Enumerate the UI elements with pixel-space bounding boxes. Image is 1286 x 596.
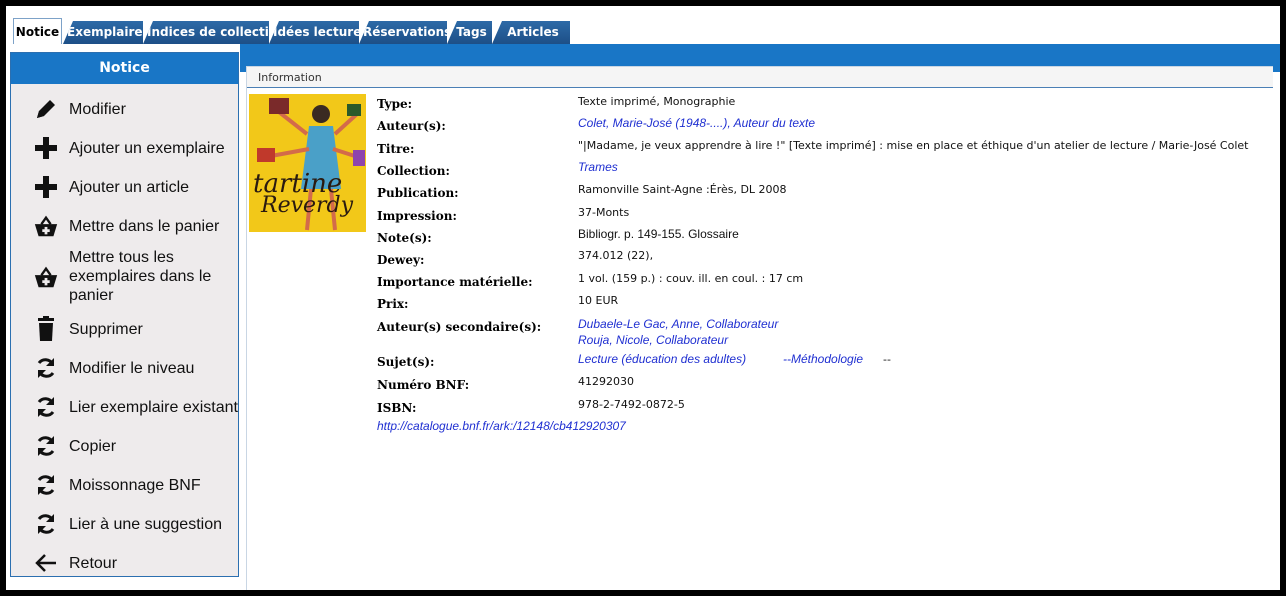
field-label: Publication: — [377, 186, 459, 200]
sidebar-item-retour[interactable]: Retour — [11, 550, 238, 576]
field-label: Impression: — [377, 209, 457, 223]
field-value: "|Madame, je veux apprendre à lire !" [T… — [578, 139, 1249, 152]
field-label: Auteur(s) secondaire(s): — [377, 320, 542, 334]
field-label: Type: — [377, 97, 413, 111]
field-label: ISBN: — [377, 401, 417, 415]
field-value: 10 EUR — [578, 294, 619, 307]
notice-panel: Information tartine Reverdy Type: Texte … — [246, 66, 1280, 590]
refresh-icon — [33, 511, 59, 537]
sidebar-item-moissonnage-bnf[interactable]: Moissonnage BNF — [11, 472, 238, 498]
tab-notice[interactable]: Notice — [13, 18, 62, 44]
field-label: Prix: — [377, 297, 409, 311]
sidebar-item-lier-suggestion[interactable]: Lier à une suggestion — [11, 511, 238, 537]
field-label: Importance matérielle: — [377, 275, 533, 289]
field-label: Note(s): — [377, 231, 432, 245]
field-value: 374.012 (22), — [578, 249, 654, 262]
field-label: Auteur(s): — [377, 119, 446, 133]
sidebar-item-modifier-niveau[interactable]: Modifier le niveau — [11, 355, 238, 381]
sidebar-item-label: Modifier — [69, 100, 126, 118]
refresh-icon — [33, 394, 59, 420]
sidebar-item-label: Mettre tous les exemplaires dans le pani… — [69, 249, 212, 304]
sidebar: Notice Modifier Ajouter un exemplaire Aj… — [10, 52, 239, 577]
app-frame: Notice Exemplaires Indices de collection… — [6, 6, 1280, 590]
field-label: Sujet(s): — [377, 355, 435, 369]
bnf-catalogue-link[interactable]: http://catalogue.bnf.fr/ark:/12148/cb412… — [377, 419, 626, 433]
field-label: Collection: — [377, 164, 450, 178]
section-header: Information — [247, 66, 1273, 88]
cover-title-line2: Reverdy — [260, 193, 354, 218]
arrow-left-icon — [33, 550, 59, 576]
refresh-icon — [33, 355, 59, 381]
secondary-author-link[interactable]: Dubaele-Le Gac, Anne, Collaborateur — [578, 317, 778, 331]
sidebar-item-mettre-panier[interactable]: Mettre dans le panier — [11, 213, 238, 239]
subject-separator: -- — [883, 353, 891, 366]
refresh-icon — [33, 472, 59, 498]
sidebar-item-label: Supprimer — [69, 320, 143, 338]
collection-link[interactable]: Trames — [578, 160, 618, 174]
tab-reservations[interactable]: Réservations — [359, 21, 447, 44]
tab-indices-de-collection[interactable]: Indices de collection — [143, 21, 269, 44]
sidebar-item-label: Retour — [69, 554, 118, 572]
basket-icon — [33, 213, 59, 239]
tab-bar: Notice Exemplaires Indices de collection… — [6, 18, 1280, 44]
tab-tags[interactable]: Tags — [447, 21, 492, 44]
sidebar-item-label: Lier à une suggestion — [69, 515, 222, 533]
plus-icon — [33, 135, 59, 161]
sidebar-item-label: Lier exemplaire existant — [69, 398, 238, 416]
tab-articles[interactable]: Articles — [492, 21, 570, 44]
sidebar-item-copier[interactable]: Copier — [11, 433, 238, 459]
cover-caption — [249, 234, 366, 240]
field-value: 1 vol. (159 p.) : couv. ill. en coul. : … — [578, 272, 804, 285]
tab-exemplaires[interactable]: Exemplaires — [63, 21, 143, 44]
secondary-author-link[interactable]: Rouja, Nicole, Collaborateur — [578, 333, 728, 347]
subject-link[interactable]: --Méthodologie — [783, 352, 863, 366]
author-link[interactable]: Colet, Marie-José (1948-....), Auteur du… — [578, 116, 815, 130]
refresh-icon — [33, 433, 59, 459]
sidebar-item-label: Mettre dans le panier — [69, 217, 220, 235]
sidebar-item-modifier[interactable]: Modifier — [11, 96, 238, 122]
book-cover: tartine Reverdy — [249, 94, 366, 232]
trash-icon — [33, 316, 59, 342]
basket-icon — [33, 264, 59, 290]
sidebar-item-label: Modifier le niveau — [69, 359, 195, 377]
sidebar-item-supprimer[interactable]: Supprimer — [11, 316, 238, 342]
field-value: Texte imprimé, Monographie — [578, 95, 736, 108]
pencil-icon — [33, 96, 59, 122]
field-value: 978-2-7492-0872-5 — [578, 398, 685, 411]
field-label: Dewey: — [377, 253, 425, 267]
sidebar-item-label: Moissonnage BNF — [69, 476, 201, 494]
tab-idees-lectures[interactable]: Idées lectures — [269, 21, 359, 44]
field-value: 41292030 — [578, 375, 634, 388]
field-value: Bibliogr. p. 149-155. Glossaire — [578, 227, 739, 241]
plus-icon — [33, 174, 59, 200]
field-value: Ramonville Saint-Agne :Érès, DL 2008 — [578, 183, 787, 196]
subject-link[interactable]: Lecture (éducation des adultes) — [578, 352, 746, 366]
sidebar-item-label: Ajouter un article — [69, 178, 190, 196]
sidebar-item-label: Copier — [69, 437, 117, 455]
sidebar-item-lier-exemplaire[interactable]: Lier exemplaire existant — [11, 394, 238, 420]
sidebar-item-label: Ajouter un exemplaire — [69, 139, 225, 157]
sidebar-item-ajouter-article[interactable]: Ajouter un article — [11, 174, 238, 200]
field-label: Titre: — [377, 142, 415, 156]
sidebar-item-mettre-tous-panier[interactable]: Mettre tous les exemplaires dans le pani… — [11, 248, 238, 305]
field-label: Numéro BNF: — [377, 378, 470, 392]
sidebar-title: Notice — [11, 53, 238, 84]
field-value: 37-Monts — [578, 206, 630, 219]
sidebar-item-ajouter-exemplaire[interactable]: Ajouter un exemplaire — [11, 135, 238, 161]
